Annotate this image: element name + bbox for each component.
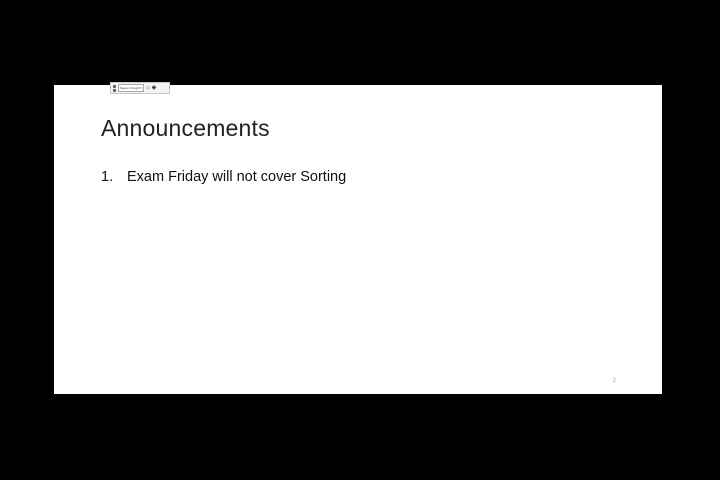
list-item-number: 1. xyxy=(101,169,114,185)
bold-icon[interactable] xyxy=(113,84,116,88)
toolbar-format-group xyxy=(113,84,116,92)
shape-icon[interactable]: ◆ xyxy=(152,85,157,91)
list-item[interactable]: 1. Exam Friday will not cover Sorting xyxy=(101,169,346,185)
font-dropdown[interactable]: Segoe UI Light ▾ xyxy=(118,84,144,92)
mini-format-toolbar[interactable]: Segoe UI Light ▾ ⌂ ◆ xyxy=(110,82,170,94)
slide-page-number: 2 xyxy=(612,378,616,384)
bullet-list[interactable]: 1. Exam Friday will not cover Sorting xyxy=(101,169,346,185)
brush-icon[interactable]: ⌂ xyxy=(146,85,150,91)
list-item-text: Exam Friday will not cover Sorting xyxy=(127,169,347,185)
font-name-label: Segoe UI Light xyxy=(120,85,140,90)
italic-icon[interactable] xyxy=(113,88,116,92)
slide-title[interactable]: Announcements xyxy=(101,115,270,142)
chevron-down-icon: ▾ xyxy=(140,86,142,90)
slide-canvas: Announcements 1. Exam Friday will not co… xyxy=(54,85,662,394)
